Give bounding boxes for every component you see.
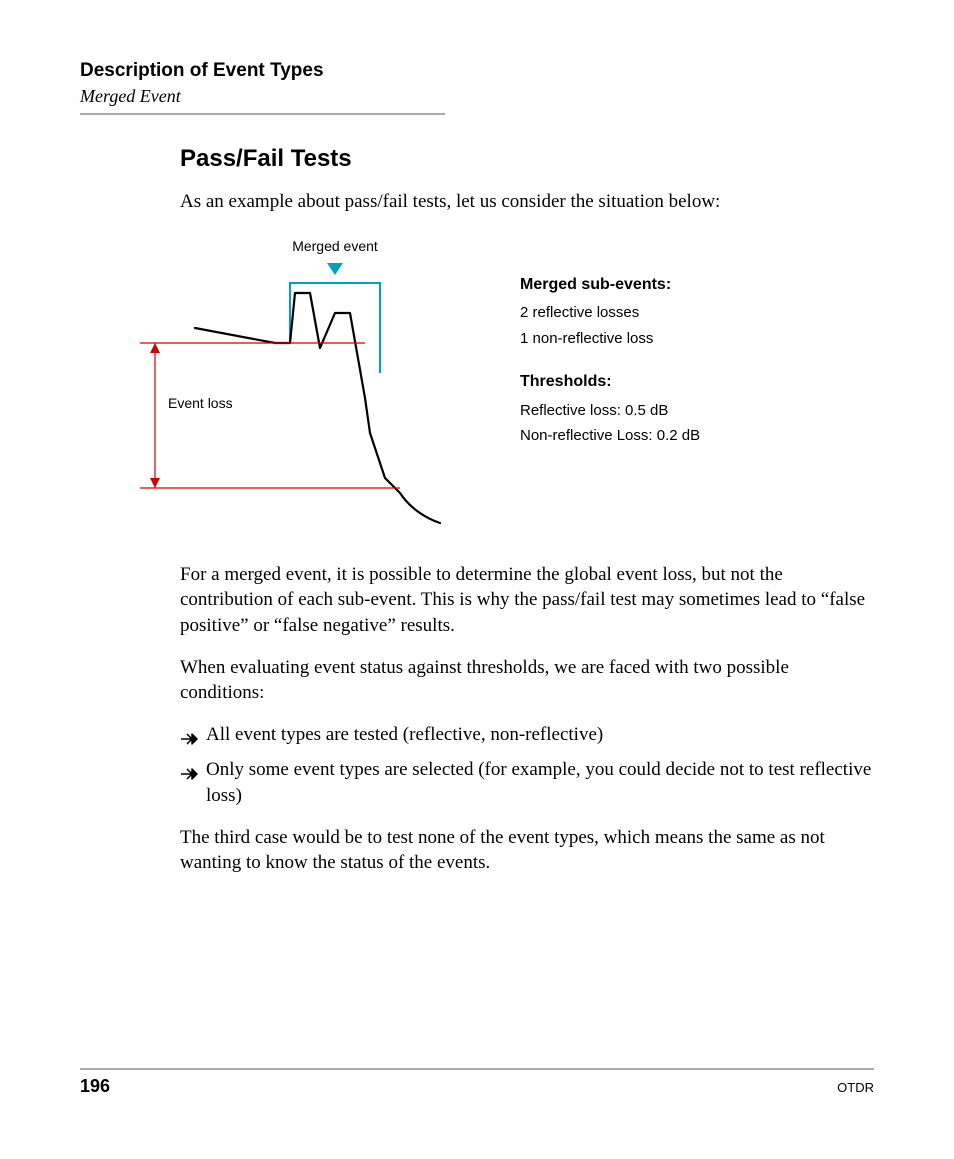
footer-rule bbox=[80, 1068, 874, 1070]
list-item-text: Only some event types are selected (for … bbox=[206, 759, 871, 806]
event-loss-arrow-down-icon bbox=[150, 478, 160, 488]
merged-event-triangle-icon bbox=[327, 263, 343, 275]
page-number: 196 bbox=[80, 1076, 110, 1097]
list-item: All event types are tested (reflective, … bbox=[206, 722, 874, 748]
doc-label: OTDR bbox=[837, 1080, 874, 1095]
paragraph-1: For a merged event, it is possible to de… bbox=[180, 562, 874, 639]
arrow-bullet-icon bbox=[180, 763, 198, 789]
sub-events-line2: 1 non-reflective loss bbox=[520, 327, 700, 350]
sub-events-heading: Merged sub-events: bbox=[520, 273, 700, 298]
merged-event-diagram: Merged event Event loss bbox=[110, 233, 450, 538]
thresholds-line1: Reflective loss: 0.5 dB bbox=[520, 399, 700, 422]
header-rule bbox=[80, 113, 445, 115]
thresholds-heading: Thresholds: bbox=[520, 370, 700, 395]
event-loss-arrow-up-icon bbox=[150, 343, 160, 353]
thresholds-line2: Non-reflective Loss: 0.2 dB bbox=[520, 424, 700, 447]
sub-events-line1: 2 reflective losses bbox=[520, 301, 700, 324]
subchapter-title: Merged Event bbox=[80, 86, 874, 107]
merged-event-label: Merged event bbox=[292, 238, 378, 254]
event-loss-label: Event loss bbox=[168, 395, 233, 411]
paragraph-2: When evaluating event status against thr… bbox=[180, 655, 874, 706]
chapter-title: Description of Event Types bbox=[80, 60, 874, 82]
section-heading: Pass/Fail Tests bbox=[180, 145, 874, 173]
bullet-list: All event types are tested (reflective, … bbox=[180, 722, 874, 809]
list-item-text: All event types are tested (reflective, … bbox=[206, 724, 603, 745]
merged-event-bracket bbox=[290, 283, 380, 373]
intro-paragraph: As an example about pass/fail tests, let… bbox=[180, 189, 874, 215]
figure-annotations: Merged sub-events: 2 reflective losses 1… bbox=[520, 233, 700, 450]
arrow-bullet-icon bbox=[180, 728, 198, 754]
paragraph-3: The third case would be to test none of … bbox=[180, 825, 874, 876]
figure-block: Merged event Event loss bbox=[110, 233, 874, 538]
page-footer: 196 OTDR bbox=[80, 1068, 874, 1097]
list-item: Only some event types are selected (for … bbox=[206, 757, 874, 808]
